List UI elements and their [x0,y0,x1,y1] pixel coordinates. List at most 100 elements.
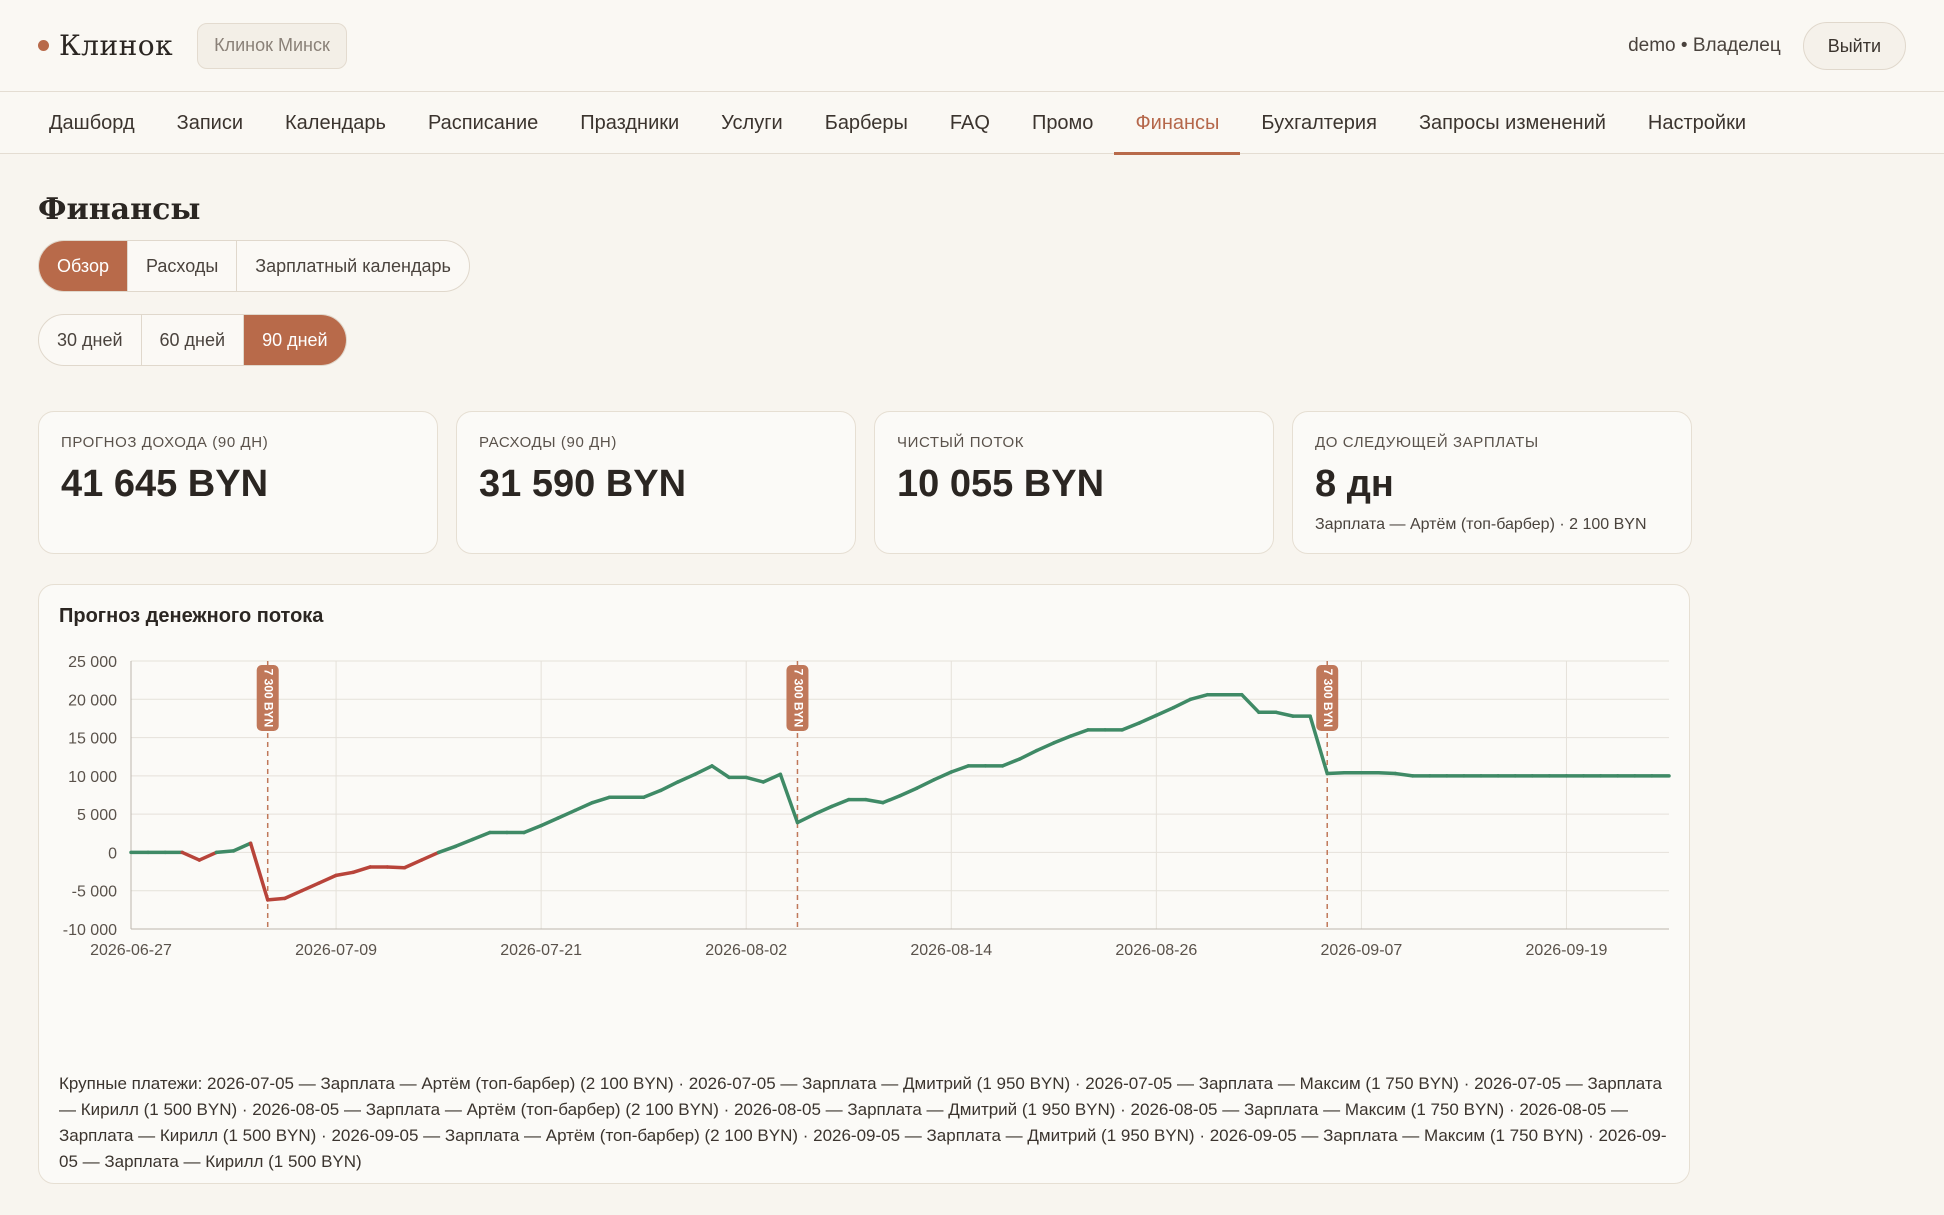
series-segment [1120,721,1141,732]
y-tick-label: 20 000 [68,692,117,709]
series-segment [744,775,766,784]
nav-item-barbers[interactable]: Барберы [804,92,929,154]
series-segment [795,812,817,825]
nav-item-services[interactable]: Услуги [700,92,804,154]
nav-item-calendar[interactable]: Календарь [264,92,407,154]
x-tick-label: 2026-06-27 [90,942,172,959]
series-segment [300,881,321,893]
large-payments-note: Крупные платежи: 2026-07-05 — Зарплата —… [59,1074,1667,1171]
page-title: Финансы [38,192,201,227]
series-segment [812,804,834,816]
app-header: Клинок Клинок Минск demo • Владелец Выйт… [0,0,1944,92]
series-segment [1154,705,1176,718]
series-segment [778,772,800,825]
series-segment [231,841,253,853]
series-segment [881,794,902,805]
y-tick-label: 0 [108,845,117,862]
stat-card-net-flow: Чистый поток 10 055 BYN [874,411,1274,554]
nav-item-appointments[interactable]: Записи [156,92,264,154]
nav-item-promo[interactable]: Промо [1011,92,1115,154]
series-segment [1325,771,1347,776]
logout-button[interactable]: Выйти [1802,22,1906,70]
series-segment [419,850,441,862]
y-tick-label: 10 000 [68,769,117,786]
series-segment [334,870,355,878]
brand-name: Клинок [59,29,174,62]
nav-item-accounting[interactable]: Бухгалтерия [1240,92,1398,154]
stat-value: 10 055 BYN [897,463,1105,505]
nav-item-holidays[interactable]: Праздники [559,92,700,154]
y-tick-label: 5 000 [77,807,117,824]
nav-item-dashboard[interactable]: Дашборд [28,92,156,154]
period-90-days[interactable]: 90 дней [244,315,346,365]
branch-selector[interactable]: Клинок Минск [197,22,347,69]
series-segment [539,816,560,828]
series-segment [351,865,372,875]
series-segment [197,850,219,862]
series-segment [1171,697,1193,710]
x-tick-label: 2026-08-02 [705,942,787,959]
stat-label: Расходы (90 дн) [479,434,617,451]
payment-marker-label: 7 300 BYN [1321,669,1335,728]
finance-tabs: Обзор Расходы Зарплатный календарь [38,240,470,292]
series-segment [1274,710,1295,718]
series-segment [829,797,851,809]
x-tick-label: 2026-09-07 [1320,942,1402,959]
series-segment [590,795,612,805]
x-tick-label: 2026-08-14 [910,942,992,959]
series-segment [317,873,338,885]
series-segment [898,786,919,798]
series-segment [573,800,595,813]
tab-expenses[interactable]: Расходы [128,241,238,291]
series-segment [1137,713,1159,725]
series-segment [1188,692,1210,702]
user-info: demo • Владелец [1628,35,1781,56]
series-segment [864,797,885,805]
x-tick-label: 2026-08-26 [1115,942,1197,959]
series-segment [522,823,543,835]
brand-dot-icon [38,40,49,51]
nav-item-settings[interactable]: Настройки [1627,92,1767,154]
series-segment [659,780,680,793]
series-segment [949,764,971,774]
period-30-days[interactable]: 30 дней [39,315,142,365]
stat-value: 41 645 BYN [61,463,269,505]
main-nav: Дашборд Записи Календарь Расписание Праз… [0,92,1944,155]
x-tick-label: 2026-07-09 [295,942,377,959]
series-segment [1069,728,1090,738]
stat-card-income-forecast: Прогноз дохода (90 дн) 41 645 BYN [38,411,438,554]
payment-marker-label: 7 300 BYN [262,669,276,728]
series-segment [1017,748,1039,761]
stat-value: 31 590 BYN [479,463,687,505]
brand-logo[interactable]: Клинок [38,29,173,62]
stat-card-expenses: Расходы (90 дн) 31 590 BYN [456,411,856,554]
series-segment [1393,771,1415,778]
series-segment [641,788,663,800]
y-tick-label: 25 000 [68,654,117,671]
tab-overview[interactable]: Обзор [39,241,128,291]
payment-marker-label: 7 300 BYN [791,669,805,728]
series-segment [1376,771,1398,776]
page-content: Финансы Обзор Расходы Зарплатный календа… [0,192,1944,1184]
nav-item-change-requests[interactable]: Запросы изменений [1398,92,1627,154]
series-segment [693,764,714,777]
nav-item-schedule[interactable]: Расписание [407,92,559,154]
header-user-area: demo • Владелец Выйти [1628,22,1906,70]
stat-card-next-salary: До следующей зарплаты 8 дн Зарплата — Ар… [1292,411,1692,554]
stat-label: До следующей зарплаты [1315,434,1539,451]
series-segment [436,844,458,855]
series-segment [471,830,492,842]
period-60-days[interactable]: 60 дней [142,315,245,365]
tab-salary-calendar[interactable]: Зарплатный календарь [237,241,469,291]
series-segment [248,841,270,902]
stats-row: Прогноз дохода (90 дн) 41 645 BYN Расход… [38,411,1906,554]
stat-value: 8 дн [1315,463,1394,505]
stat-label: Чистый поток [897,434,1025,451]
y-tick-label: 15 000 [68,731,117,748]
nav-item-faq[interactable]: FAQ [929,92,1011,154]
series-segment [265,896,287,902]
y-tick-label: -5 000 [72,884,117,901]
series-segment [385,865,407,870]
x-tick-label: 2026-09-19 [1526,942,1608,959]
nav-item-finance[interactable]: Финансы [1114,92,1241,155]
